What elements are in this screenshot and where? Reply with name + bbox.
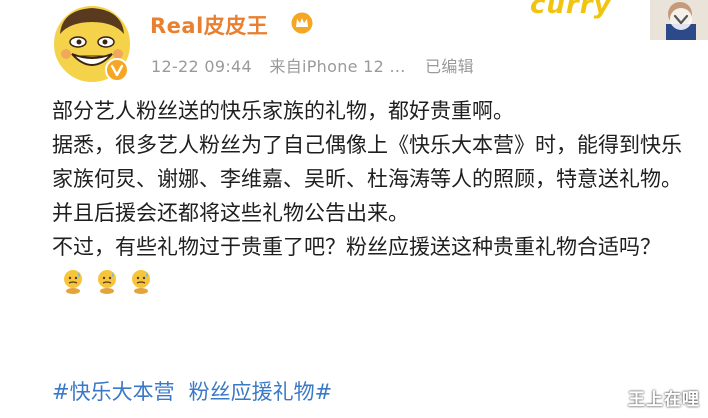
hashtag-link[interactable]: #快乐大本营 [52,380,175,404]
post-paragraph: 据悉，很多艺人粉丝为了自己偶像上《快乐大本营》时，能得到快乐家族何炅、谢娜、李维… [52,133,682,225]
post-source[interactable]: 来自iPhone 12 ... [269,57,405,76]
hashtag-link[interactable]: 粉丝应援礼物# [189,380,333,404]
post-paragraph: 不过，有些礼物过于贵重了吧？粉丝应援送这种贵重礼物合适吗？ [52,230,692,298]
post-paragraph-text: 不过，有些礼物过于贵重了吧？粉丝应援送这种贵重礼物合适吗？ [52,235,661,259]
chevron-down-icon[interactable] [670,8,692,30]
hashtag-line: #快乐大本营 粉丝应援礼物# [52,376,346,406]
post-meta: 12-22 09:44 来自iPhone 12 ... 已编辑 [151,53,486,77]
emoji-row [62,268,152,294]
verified-v-icon [105,58,129,82]
post-body: 部分艺人粉丝送的快乐家族的礼物，都好贵重啊。 据悉，很多艺人粉丝为了自己偶像上《… [52,94,692,298]
post-paragraph: 部分艺人粉丝送的快乐家族的礼物，都好贵重啊。 [52,99,514,123]
sweating-emoji-icon [64,270,82,294]
edited-label[interactable]: 已编辑 [425,57,474,76]
watermark: 王上在哩 [628,390,700,410]
username[interactable]: Real皮皮王 [150,10,268,40]
sweating-emoji-icon [132,270,150,294]
sweating-emoji-icon [98,270,116,294]
post-date: 12-22 09:44 [151,57,252,76]
crown-icon [291,12,313,34]
